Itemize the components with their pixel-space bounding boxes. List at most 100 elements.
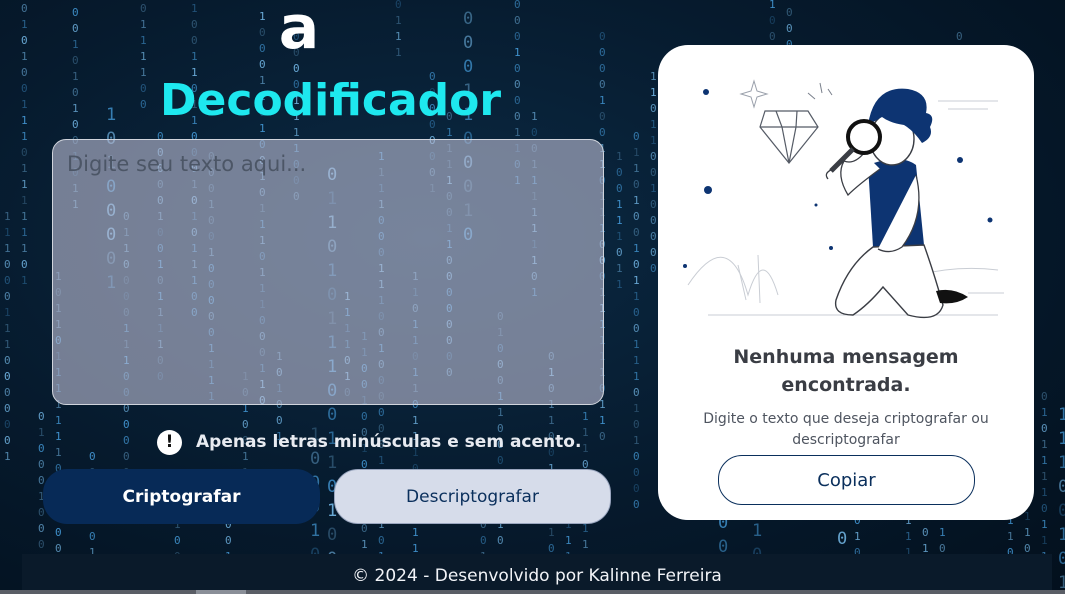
svg-text:0: 0 bbox=[599, 126, 606, 139]
svg-text:0: 0 bbox=[21, 82, 28, 95]
svg-text:1: 1 bbox=[939, 526, 946, 539]
svg-text:1: 1 bbox=[21, 162, 28, 175]
svg-text:1: 1 bbox=[395, 46, 402, 59]
logo-a-icon: a bbox=[279, 0, 320, 63]
svg-text:1: 1 bbox=[395, 30, 402, 43]
svg-text:1: 1 bbox=[72, 38, 79, 51]
svg-text:1: 1 bbox=[565, 534, 572, 547]
copy-button[interactable]: Copiar bbox=[718, 455, 975, 505]
svg-text:1: 1 bbox=[4, 210, 11, 223]
svg-text:1: 1 bbox=[463, 0, 473, 5]
svg-text:0: 0 bbox=[38, 522, 45, 535]
svg-text:1: 1 bbox=[1024, 510, 1031, 523]
svg-text:1: 1 bbox=[514, 46, 521, 59]
svg-text:0: 0 bbox=[650, 166, 657, 179]
svg-text:0: 0 bbox=[361, 410, 368, 423]
scrollbar-thumb[interactable] bbox=[196, 590, 246, 594]
svg-text:1: 1 bbox=[633, 162, 640, 175]
footer-credit: © 2024 - Desenvolvido por Kalinne Ferrei… bbox=[352, 565, 722, 586]
svg-text:0: 0 bbox=[38, 410, 45, 423]
svg-text:0: 0 bbox=[4, 258, 11, 271]
svg-text:0: 0 bbox=[531, 126, 538, 139]
svg-text:1: 1 bbox=[4, 322, 11, 335]
svg-text:1: 1 bbox=[633, 274, 640, 287]
svg-text:0: 0 bbox=[514, 110, 521, 123]
svg-text:0: 0 bbox=[599, 62, 606, 75]
svg-text:0: 0 bbox=[327, 405, 337, 425]
svg-text:0: 0 bbox=[21, 34, 28, 47]
svg-text:1: 1 bbox=[140, 66, 147, 79]
svg-text:1: 1 bbox=[55, 430, 62, 443]
svg-text:0: 0 bbox=[191, 18, 198, 31]
svg-text:0: 0 bbox=[650, 262, 657, 275]
svg-text:0: 0 bbox=[140, 98, 147, 111]
svg-text:1: 1 bbox=[1041, 406, 1048, 419]
svg-text:0: 0 bbox=[89, 530, 96, 543]
svg-text:0: 0 bbox=[514, 14, 521, 27]
svg-text:1: 1 bbox=[310, 521, 320, 541]
svg-text:1: 1 bbox=[1041, 470, 1048, 483]
svg-text:1: 1 bbox=[497, 406, 504, 419]
svg-text:1: 1 bbox=[616, 198, 623, 211]
svg-text:1: 1 bbox=[55, 414, 62, 427]
svg-text:1: 1 bbox=[548, 414, 555, 427]
svg-text:0: 0 bbox=[633, 450, 640, 463]
svg-text:0: 0 bbox=[786, 6, 793, 19]
svg-text:1: 1 bbox=[1058, 429, 1065, 449]
svg-text:1: 1 bbox=[21, 242, 28, 255]
svg-text:1: 1 bbox=[21, 114, 28, 127]
svg-text:1: 1 bbox=[650, 86, 657, 99]
svg-text:0: 0 bbox=[633, 306, 640, 319]
svg-text:1: 1 bbox=[1041, 438, 1048, 451]
svg-text:0: 0 bbox=[633, 482, 640, 495]
svg-text:0: 0 bbox=[650, 102, 657, 115]
svg-text:1: 1 bbox=[21, 178, 28, 191]
svg-text:1: 1 bbox=[21, 194, 28, 207]
svg-text:0: 0 bbox=[650, 214, 657, 227]
svg-text:0: 0 bbox=[633, 418, 640, 431]
svg-text:1: 1 bbox=[633, 354, 640, 367]
svg-text:0: 0 bbox=[497, 534, 504, 547]
svg-text:0: 0 bbox=[463, 33, 473, 53]
svg-text:0: 0 bbox=[633, 130, 640, 143]
svg-text:1: 1 bbox=[4, 226, 11, 239]
svg-text:1: 1 bbox=[616, 278, 623, 291]
hint-text: Apenas letras minúsculas e sem acento. bbox=[196, 432, 582, 452]
decrypt-button[interactable]: Descriptografar bbox=[334, 469, 611, 524]
svg-text:1: 1 bbox=[21, 274, 28, 287]
svg-text:1: 1 bbox=[616, 230, 623, 243]
encrypt-button[interactable]: Criptografar bbox=[43, 469, 320, 524]
svg-text:0: 0 bbox=[599, 430, 606, 443]
svg-text:1: 1 bbox=[599, 414, 606, 427]
svg-text:1: 1 bbox=[259, 10, 266, 23]
svg-text:0: 0 bbox=[55, 526, 62, 539]
svg-text:1: 1 bbox=[650, 182, 657, 195]
svg-text:0: 0 bbox=[191, 34, 198, 47]
svg-text:0: 0 bbox=[276, 414, 283, 427]
svg-text:0: 0 bbox=[786, 22, 793, 35]
svg-text:0: 0 bbox=[633, 466, 640, 479]
svg-text:0: 0 bbox=[395, 0, 402, 11]
empty-state-subtitle: Digite o texto que deseja criptografar o… bbox=[703, 411, 989, 448]
text-input[interactable] bbox=[52, 139, 604, 405]
svg-text:1: 1 bbox=[395, 14, 402, 27]
svg-text:0: 0 bbox=[922, 526, 929, 539]
svg-text:1: 1 bbox=[327, 453, 337, 473]
svg-text:0: 0 bbox=[1058, 501, 1065, 521]
svg-text:1: 1 bbox=[786, 0, 793, 3]
svg-text:0: 0 bbox=[1041, 390, 1048, 403]
svg-text:0: 0 bbox=[259, 42, 266, 55]
svg-text:1: 1 bbox=[1058, 405, 1065, 425]
svg-text:0: 0 bbox=[38, 538, 45, 551]
svg-text:1: 1 bbox=[72, 70, 79, 83]
svg-text:0: 0 bbox=[123, 450, 130, 463]
svg-text:1: 1 bbox=[191, 2, 198, 15]
svg-text:1: 1 bbox=[548, 526, 555, 539]
svg-text:1: 1 bbox=[633, 402, 640, 415]
svg-text:1: 1 bbox=[412, 414, 419, 427]
svg-text:1: 1 bbox=[582, 426, 589, 439]
horizontal-scrollbar[interactable] bbox=[0, 590, 1065, 594]
svg-text:1: 1 bbox=[191, 50, 198, 63]
svg-text:0: 0 bbox=[4, 290, 11, 303]
svg-text:0: 0 bbox=[4, 418, 11, 431]
